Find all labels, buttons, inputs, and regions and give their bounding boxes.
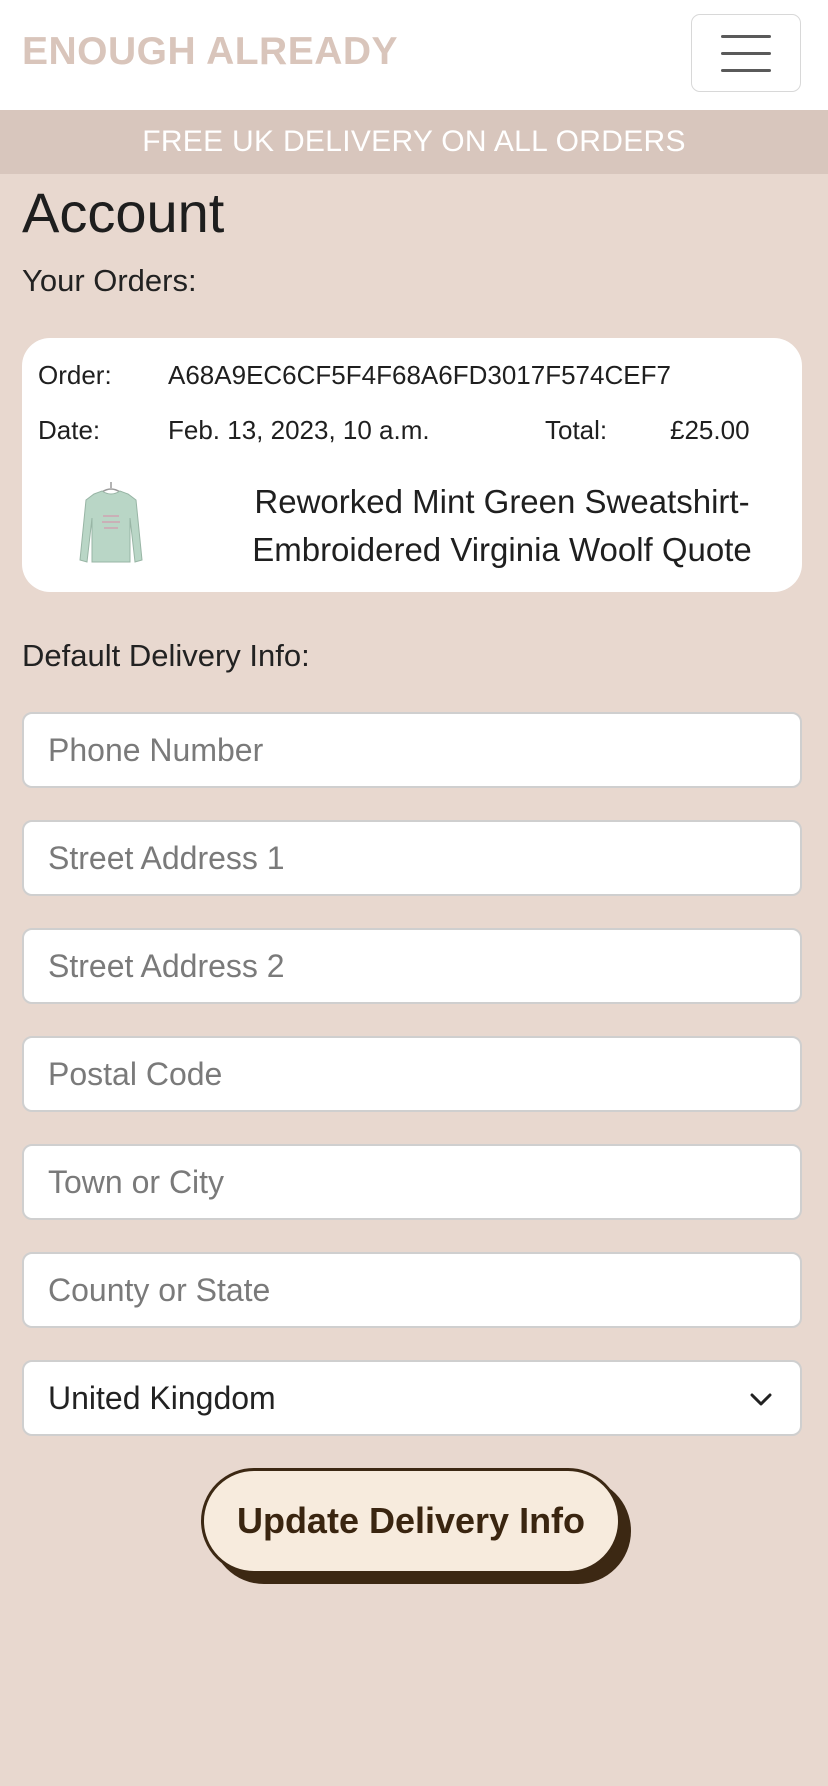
navbar: ENOUGH ALREADY xyxy=(0,0,828,111)
order-date: Feb. 13, 2023, 10 a.m. xyxy=(168,415,430,445)
order-card: Order: A68A9EC6CF5F4F68A6FD3017F574CEF7 … xyxy=(22,338,802,592)
phone-number-input[interactable] xyxy=(22,712,802,788)
page-title: Account xyxy=(22,181,225,244)
order-total: £25.00 xyxy=(670,415,750,445)
country-select[interactable]: United Kingdom xyxy=(22,1360,802,1436)
update-delivery-info-button[interactable]: Update Delivery Info xyxy=(201,1468,621,1574)
order-number[interactable]: A68A9EC6CF5F4F68A6FD3017F574CEF7 xyxy=(168,360,671,391)
orders-label: Your Orders: xyxy=(22,263,197,298)
total-label: Total: xyxy=(545,415,608,445)
county-or-state-input[interactable] xyxy=(22,1252,802,1328)
country-selected-value: United Kingdom xyxy=(48,1380,276,1416)
order-label: Order: xyxy=(38,360,112,390)
product-name[interactable]: Reworked Mint Green Sweatshirt- Embroide… xyxy=(222,478,782,574)
delivery-info-label: Default Delivery Info: xyxy=(22,638,310,673)
delivery-banner: FREE UK DELIVERY ON ALL ORDERS xyxy=(0,110,828,174)
date-label: Date: xyxy=(38,415,101,445)
menu-toggle-button[interactable] xyxy=(691,14,801,92)
brand-logo[interactable]: ENOUGH ALREADY xyxy=(22,30,398,74)
street-address-1-input[interactable] xyxy=(22,820,802,896)
postal-code-input[interactable] xyxy=(22,1036,802,1112)
town-or-city-input[interactable] xyxy=(22,1144,802,1220)
street-address-2-input[interactable] xyxy=(22,928,802,1004)
mint-sweatshirt-thumbnail[interactable] xyxy=(66,478,156,566)
chevron-down-icon xyxy=(748,1388,774,1410)
